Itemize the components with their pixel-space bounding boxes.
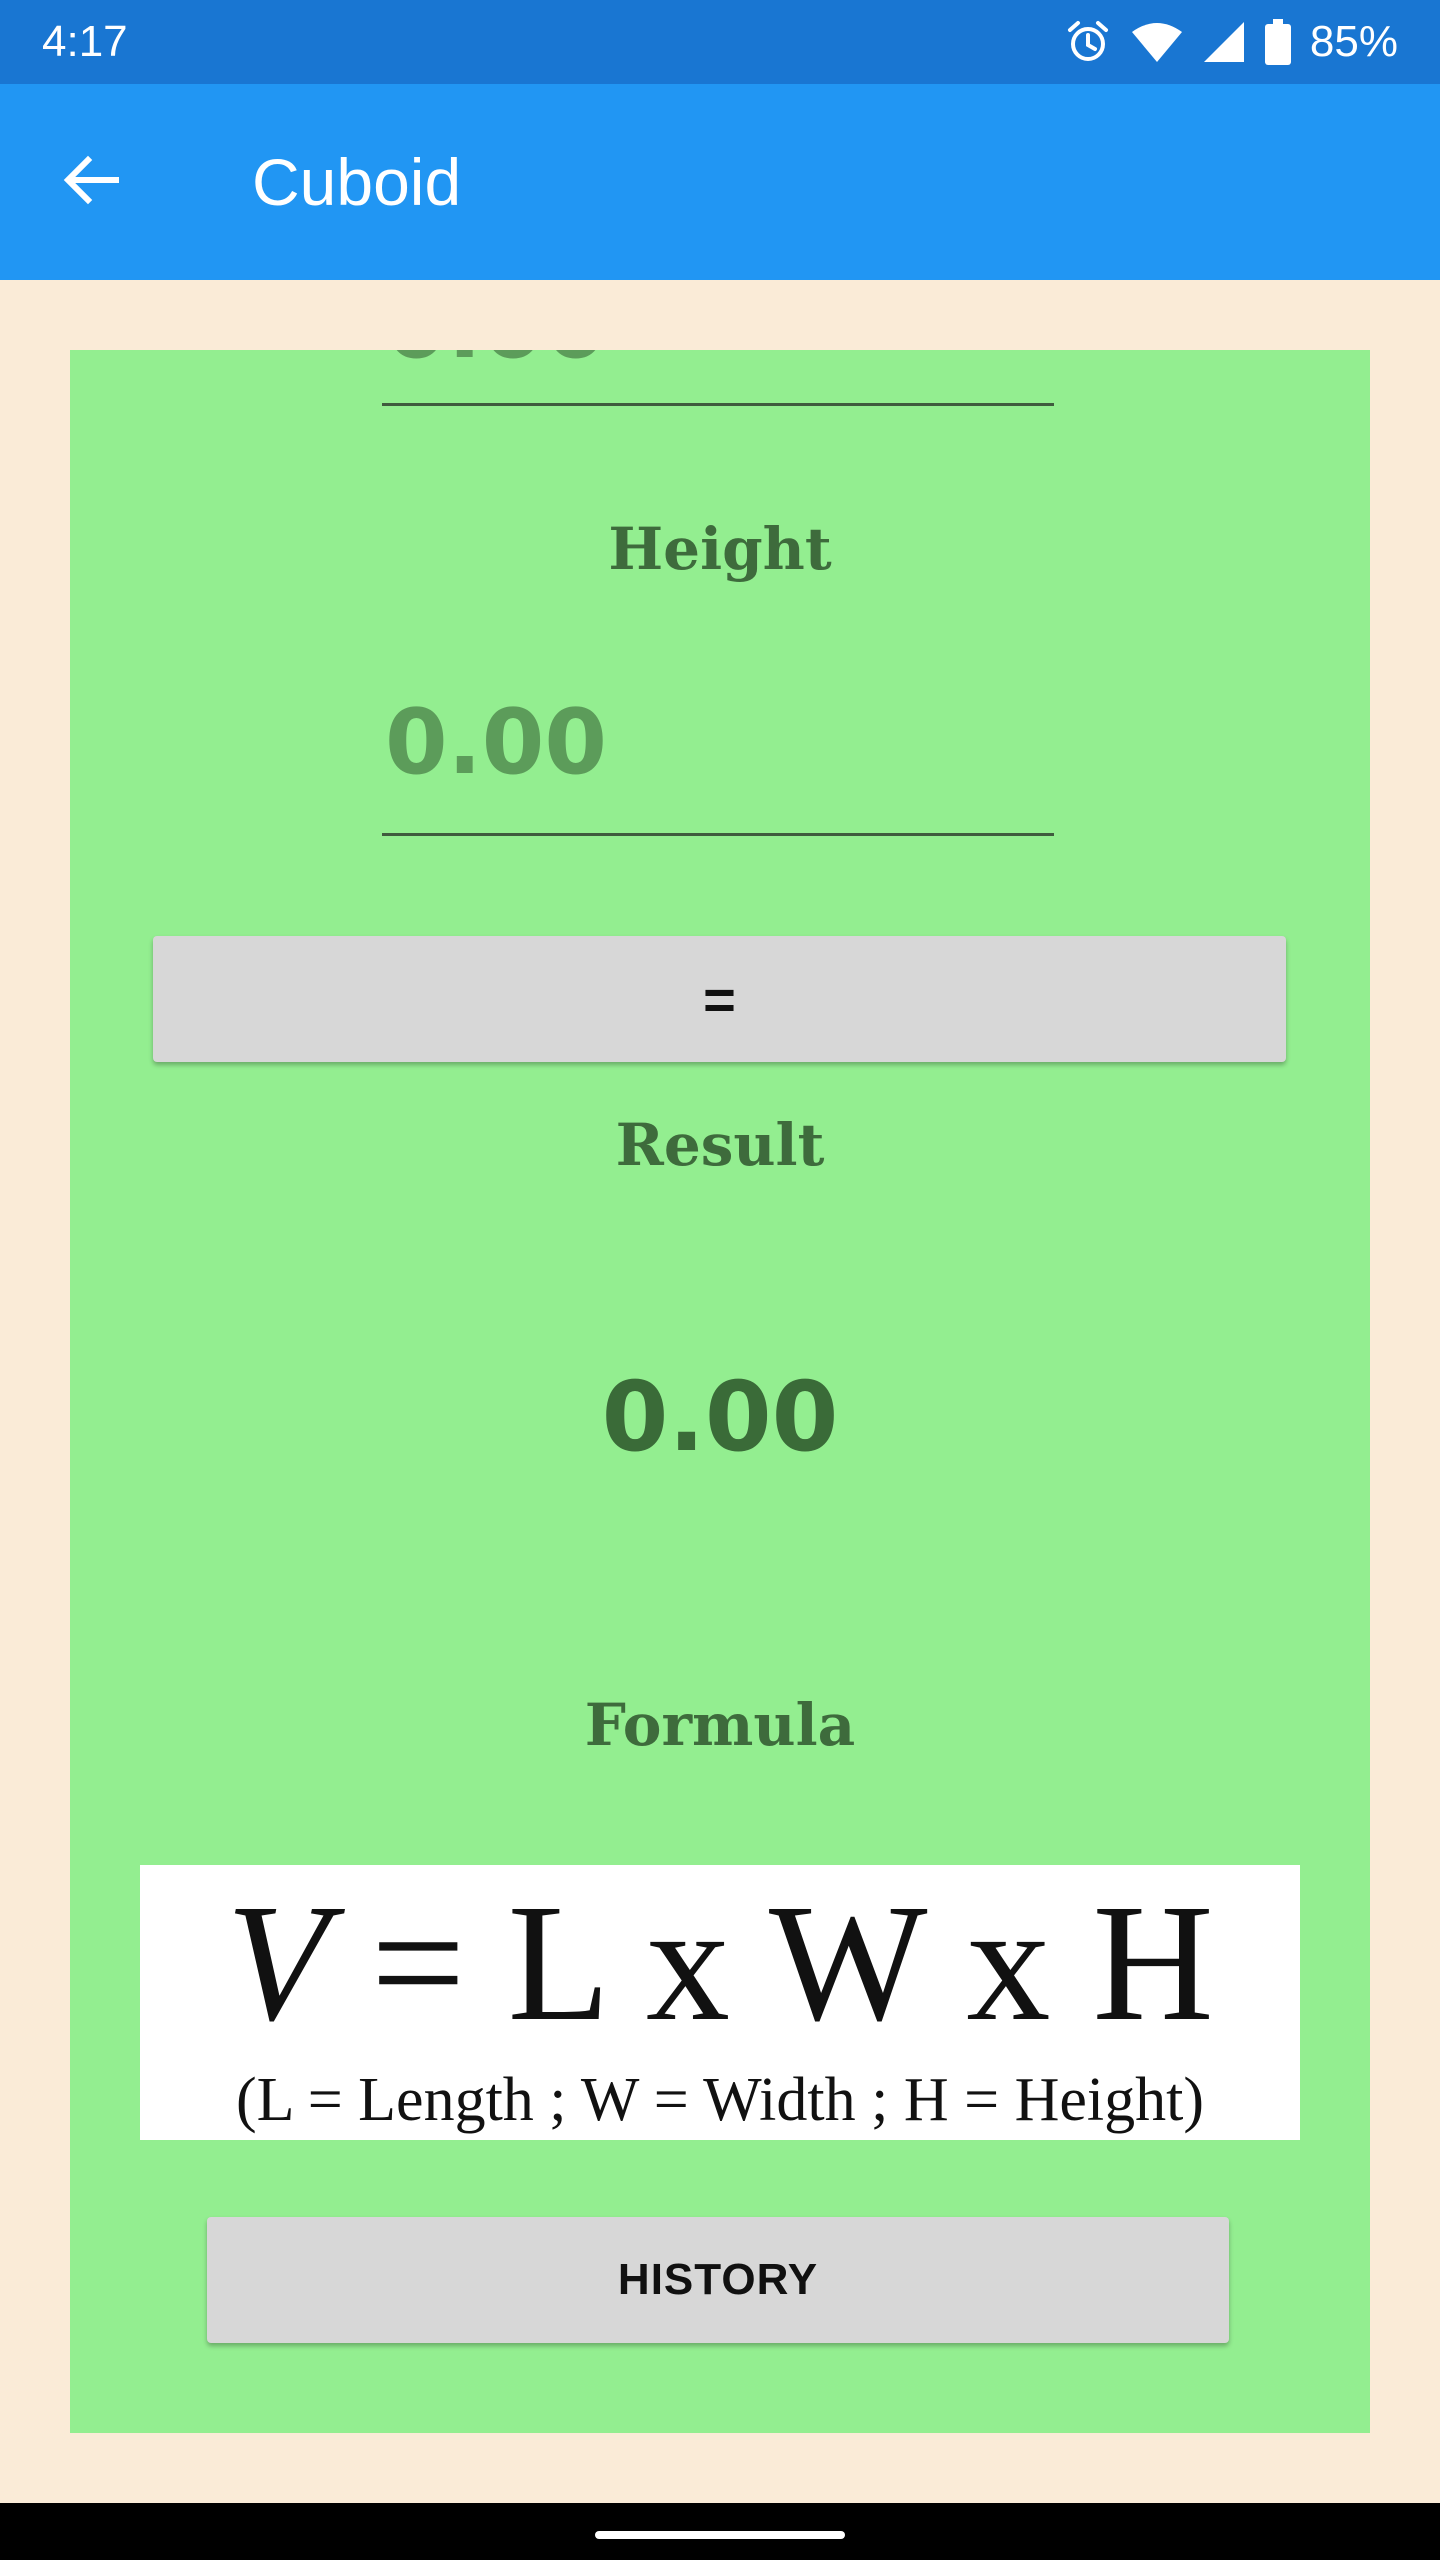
arrow-left-icon <box>60 148 124 216</box>
battery-icon <box>1264 19 1292 65</box>
back-button[interactable] <box>44 134 140 230</box>
height-field[interactable]: 0.00 <box>382 670 1054 836</box>
home-handle[interactable] <box>595 2531 845 2539</box>
result-value: 0.00 <box>601 1361 839 1473</box>
formula-image: V = L x W x H (L = Length ; W = Width ; … <box>140 1865 1300 2140</box>
height-input-value: 0.00 <box>385 690 608 795</box>
width-field[interactable]: 0.00 <box>382 350 1054 406</box>
formula-label: Formula <box>584 1691 856 1759</box>
formula-rhs: = L x W x H <box>370 1870 1214 2056</box>
status-bar: 4:17 85% <box>0 0 1440 84</box>
navigation-bar <box>0 2503 1440 2560</box>
battery-percent: 85% <box>1309 17 1398 66</box>
cell-signal-icon <box>1202 20 1246 64</box>
alarm-icon <box>1064 18 1112 66</box>
formula-lhs: V <box>226 1870 329 2056</box>
status-time: 4:17 <box>42 17 128 66</box>
result-label: Result <box>615 1111 825 1179</box>
width-input-value: 0.00 <box>385 350 607 377</box>
status-icons: 85% <box>1064 14 1398 70</box>
page-title: Cuboid <box>252 145 462 219</box>
formula-legend: (L = Length ; W = Width ; H = Height) <box>236 2066 1204 2134</box>
height-label: Height <box>608 515 832 583</box>
formula-equation: V = L x W x H <box>140 1873 1300 2053</box>
calculator-card: 0.00 Height 0.00 = Result 0.00 Formula V… <box>70 350 1370 2433</box>
equals-button[interactable]: = <box>153 936 1286 1062</box>
wifi-icon <box>1130 20 1184 64</box>
app-bar: Cuboid <box>0 84 1440 280</box>
history-button[interactable]: HISTORY <box>207 2217 1229 2343</box>
